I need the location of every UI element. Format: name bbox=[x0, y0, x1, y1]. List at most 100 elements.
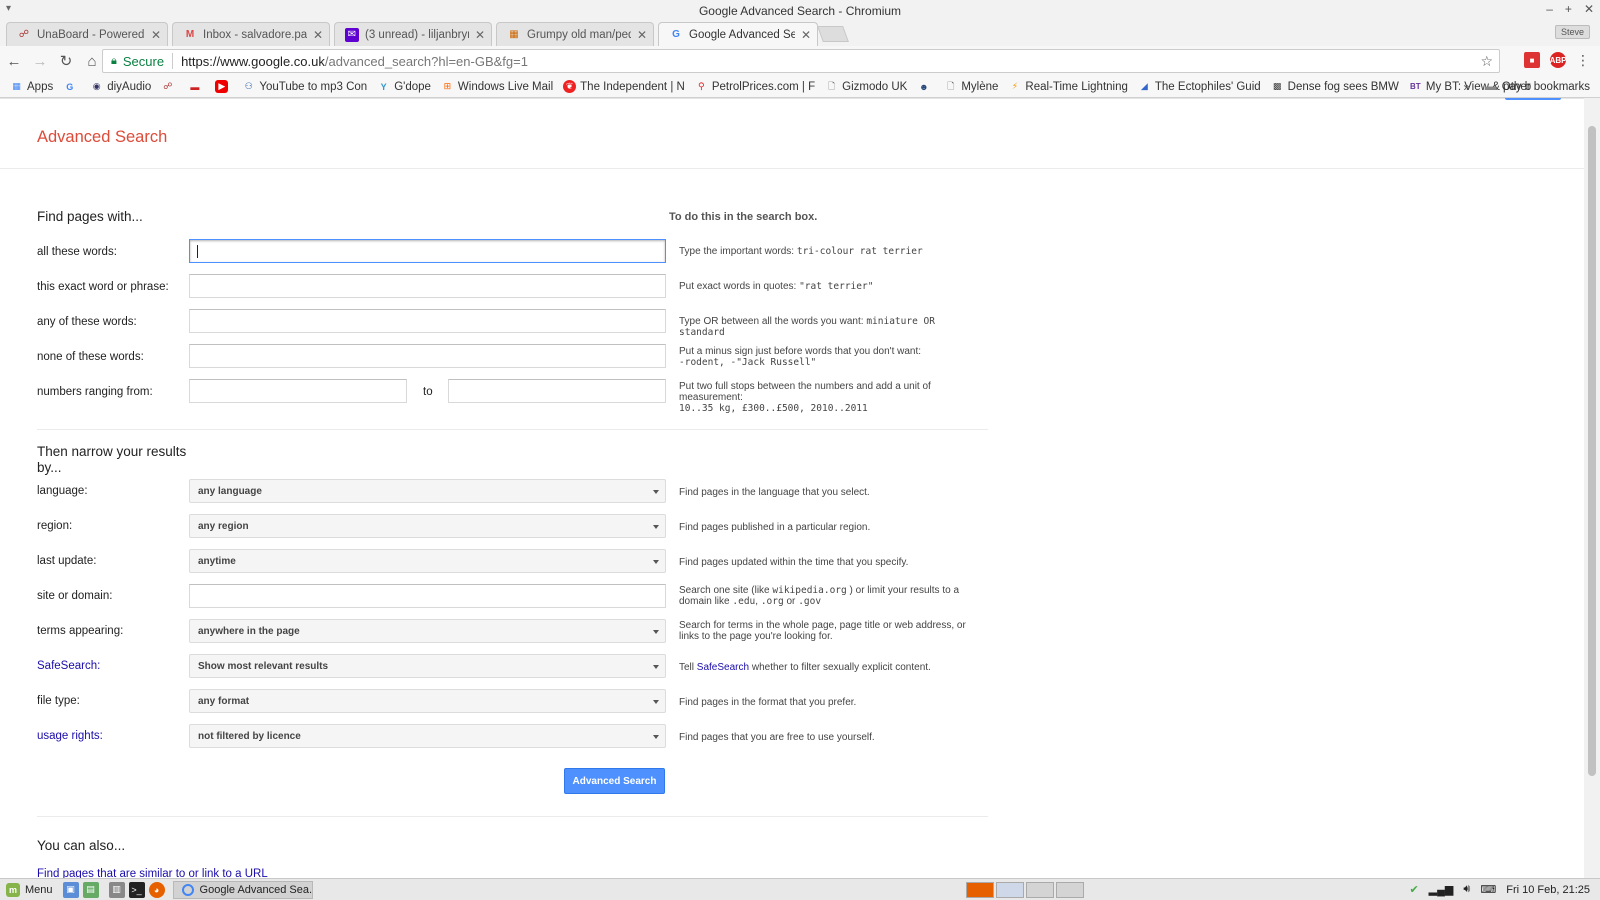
page-scrollbar[interactable] bbox=[1584, 98, 1600, 878]
terminal-icon[interactable]: >_ bbox=[128, 881, 145, 898]
forward-icon[interactable]: → bbox=[28, 49, 52, 73]
network-icon[interactable]: ▂▄▆ bbox=[1429, 883, 1454, 896]
bookmark-yt-mp3[interactable]: ⚇ YouTube to mp3 Con bbox=[242, 80, 367, 93]
bookmark-gdope[interactable]: Y G'dope bbox=[377, 80, 431, 93]
site-domain-input[interactable] bbox=[189, 584, 666, 608]
tab-close-icon[interactable]: ✕ bbox=[637, 28, 647, 42]
yahoo-mail-icon: ✉ bbox=[345, 27, 359, 42]
keyboard-icon[interactable]: ⌨ bbox=[1480, 883, 1496, 896]
workspace-3[interactable] bbox=[1026, 882, 1054, 898]
tab-yahoo-mail[interactable]: ✉ (3 unread) - liljanbrynte ✕ bbox=[334, 22, 492, 46]
workspace-4[interactable] bbox=[1056, 882, 1084, 898]
any-words-input[interactable] bbox=[189, 309, 666, 333]
tab-unaboard[interactable]: ☍ UnaBoard - Powered by ✕ bbox=[6, 22, 168, 46]
minimize-icon[interactable]: – bbox=[1546, 2, 1553, 16]
safesearch-hint: Tell SafeSearch whether to filter sexual… bbox=[679, 662, 931, 673]
extension-icon[interactable]: ■ bbox=[1524, 52, 1540, 68]
start-menu-button[interactable]: m Menu bbox=[6, 882, 53, 897]
browser-menu-icon[interactable]: ⋮ bbox=[1576, 52, 1590, 69]
bookmark-mylene[interactable]: 🗋︎ Mylène bbox=[944, 80, 998, 93]
advanced-search-button[interactable]: Advanced Search bbox=[564, 768, 665, 794]
os-taskbar: m Menu ▣ ▤ ▥ >_ ◕ Google Advanced Sea...… bbox=[0, 878, 1600, 900]
adblock-icon[interactable]: ABP bbox=[1550, 52, 1566, 68]
bookmark-star-icon[interactable]: ☆ bbox=[1480, 53, 1493, 70]
file-type-select[interactable]: any format bbox=[189, 689, 666, 713]
all-words-input[interactable] bbox=[189, 239, 666, 263]
bookmark-petrolprices[interactable]: ⚲ PetrolPrices.com | F bbox=[695, 80, 815, 93]
safesearch-hint-link[interactable]: SafeSearch bbox=[697, 662, 749, 673]
other-bookmarks[interactable]: ▬ Other bookmarks bbox=[1485, 81, 1590, 93]
bookmarks-overflow-icon[interactable]: » bbox=[1463, 80, 1470, 94]
show-desktop-icon[interactable]: ▣ bbox=[62, 881, 79, 898]
window-titlebar: ▾ Google Advanced Search - Chromium – + … bbox=[0, 0, 1600, 22]
tab-label: Google Advanced Searc bbox=[689, 28, 795, 41]
chevron-down-icon bbox=[653, 665, 659, 669]
tab-close-icon[interactable]: ✕ bbox=[151, 28, 161, 42]
firefox-icon[interactable]: ◕ bbox=[148, 881, 165, 898]
usage-rights-link[interactable]: usage rights: bbox=[37, 730, 103, 742]
bookmark-youtube[interactable]: ▶ bbox=[215, 80, 232, 93]
bookmark-gizmodo[interactable]: 🗋︎ Gizmodo UK bbox=[825, 80, 907, 93]
file-type-hint: Find pages in the format that you prefer… bbox=[679, 697, 857, 708]
shield-icon[interactable]: ✔ bbox=[1409, 883, 1418, 896]
home-icon[interactable]: ⌂ bbox=[80, 49, 104, 73]
workspace-2-chromium[interactable] bbox=[996, 882, 1024, 898]
reload-icon[interactable]: ↻ bbox=[54, 49, 78, 73]
bookmark-lightning[interactable]: ⚡ Real-Time Lightning bbox=[1008, 80, 1128, 93]
new-tab-button[interactable] bbox=[817, 26, 849, 42]
tab-label: Grumpy old man/pedan bbox=[527, 28, 631, 41]
taskbar-window-chromium[interactable]: Google Advanced Sea... bbox=[172, 880, 313, 899]
files-icon[interactable]: ▥ bbox=[108, 881, 125, 898]
tab-forum[interactable]: ▦ Grumpy old man/pedan ✕ bbox=[496, 22, 654, 46]
bookmark-independent[interactable]: ❦ The Independent | N bbox=[563, 80, 685, 93]
back-icon[interactable]: ← bbox=[2, 49, 26, 73]
tab-gmail[interactable]: M Inbox - salvadore.parad ✕ bbox=[172, 22, 330, 46]
find-pages-heading: Find pages with... bbox=[37, 209, 143, 224]
bookmark-google[interactable]: G bbox=[63, 80, 80, 93]
region-select[interactable]: any region bbox=[189, 514, 666, 538]
tab-google-advanced-search[interactable]: G Google Advanced Searc ✕ bbox=[658, 22, 818, 46]
workspace-1-firefox[interactable] bbox=[966, 882, 994, 898]
number-range-to-input[interactable] bbox=[448, 379, 666, 403]
page-title: Advanced Search bbox=[37, 128, 168, 146]
volume-icon[interactable]: 🔊︎ bbox=[1463, 883, 1470, 896]
similar-pages-link[interactable]: Find pages that are similar to or link t… bbox=[37, 868, 268, 878]
close-icon[interactable]: ✕ bbox=[1584, 2, 1594, 16]
exact-phrase-input[interactable] bbox=[189, 274, 666, 298]
petrol-icon: ⚲ bbox=[698, 81, 705, 91]
safesearch-link[interactable]: SafeSearch: bbox=[37, 660, 100, 672]
number-range-from-input[interactable] bbox=[189, 379, 407, 403]
scrollbar-thumb[interactable] bbox=[1588, 126, 1596, 776]
maximize-icon[interactable]: + bbox=[1565, 2, 1572, 16]
sign-in-button-edge[interactable] bbox=[1505, 98, 1561, 100]
tab-close-icon[interactable]: ✕ bbox=[801, 28, 811, 42]
terms-appearing-select[interactable]: anywhere in the page bbox=[189, 619, 666, 643]
url-host: https://www.google.co.uk bbox=[181, 53, 325, 69]
bookmark-unaboard[interactable]: ☍ bbox=[161, 80, 178, 93]
file-manager-icon[interactable]: ▤ bbox=[82, 881, 99, 898]
last-update-select[interactable]: anytime bbox=[189, 549, 666, 573]
bookmark-flag[interactable]: ▬ bbox=[188, 80, 205, 93]
none-words-input[interactable] bbox=[189, 344, 666, 368]
bookmark-ectophiles[interactable]: ◢ The Ectophiles' Guid bbox=[1138, 80, 1261, 93]
language-select[interactable]: any language bbox=[189, 479, 666, 503]
narrow-results-heading: Then narrow your results by... bbox=[37, 444, 187, 475]
tab-close-icon[interactable]: ✕ bbox=[313, 28, 323, 42]
safesearch-select[interactable]: Show most relevant results bbox=[189, 654, 666, 678]
bookmark-windows-live-mail[interactable]: ⊞ Windows Live Mail bbox=[441, 80, 554, 93]
tab-close-icon[interactable]: ✕ bbox=[475, 28, 485, 42]
forum-icon: ▦ bbox=[509, 29, 519, 40]
bookmark-robot[interactable]: ☻ bbox=[917, 80, 934, 93]
address-bar[interactable]: 🔒︎ Secure https://www.google.co.uk/advan… bbox=[102, 49, 1500, 73]
bookmark-dense-fog[interactable]: ▩ Dense fog sees BMW bbox=[1271, 80, 1399, 93]
bookmark-apps[interactable]: ▦ Apps bbox=[10, 80, 53, 93]
window-menu-icon[interactable]: ▾ bbox=[6, 3, 11, 14]
usage-rights-select[interactable]: not filtered by licence bbox=[189, 724, 666, 748]
news-icon: ▩ bbox=[1272, 81, 1282, 91]
profile-badge[interactable]: Steve bbox=[1554, 25, 1590, 39]
gmail-icon: M bbox=[185, 29, 195, 40]
clock[interactable]: Fri 10 Feb, 21:25 bbox=[1506, 884, 1590, 896]
bookmark-diyaudio[interactable]: ◉ diyAudio bbox=[90, 80, 152, 93]
exact-phrase-label: this exact word or phrase: bbox=[37, 281, 169, 293]
yt-mp3-icon: ⚇ bbox=[244, 81, 253, 91]
